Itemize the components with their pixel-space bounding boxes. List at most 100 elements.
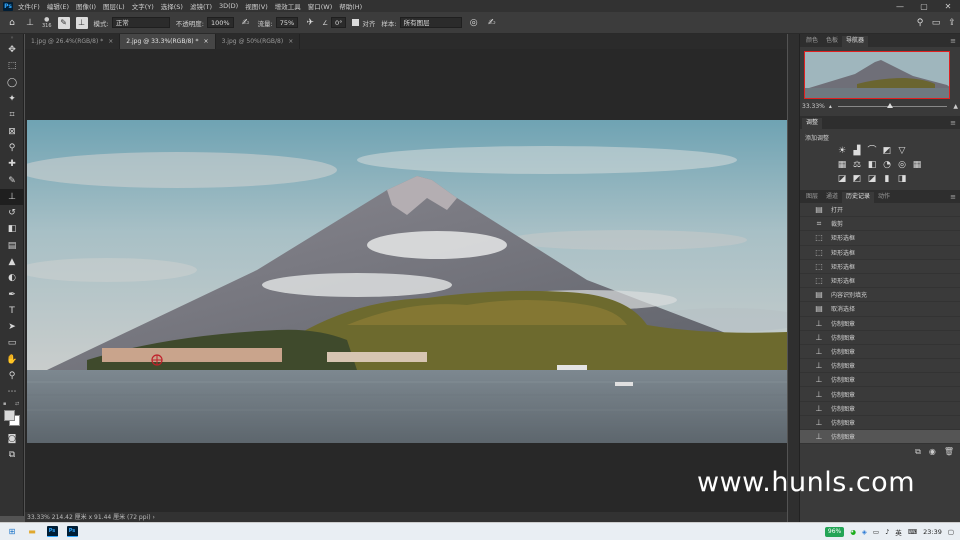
rectangle-tool-icon[interactable]: ▭ xyxy=(0,335,24,351)
history-item[interactable]: ▤ 取消选择 xyxy=(800,302,960,317)
zoom-tool-icon[interactable]: ⚲ xyxy=(0,368,24,384)
maximize-button[interactable]: ▢ xyxy=(912,2,936,11)
menu-help[interactable]: 帮助(H) xyxy=(339,1,362,11)
tab-layers[interactable]: 图层 xyxy=(802,192,822,203)
tab-history[interactable]: 历史记录 xyxy=(842,192,875,203)
black-white-icon[interactable]: ◧ xyxy=(866,159,878,171)
home-icon[interactable]: ⌂ xyxy=(6,17,18,29)
ignore-adjustment-icon[interactable]: ◎ xyxy=(468,17,480,29)
history-item[interactable]: ⊥ 仿制图章 xyxy=(800,387,960,402)
clock[interactable]: 23:39 xyxy=(923,528,942,536)
default-colors-icon[interactable]: ▪ xyxy=(3,401,6,407)
align-checkbox[interactable]: 对齐 xyxy=(352,18,375,28)
history-item[interactable]: ⊥ 仿制图章 xyxy=(800,416,960,430)
zoom-slider-knob[interactable] xyxy=(887,103,894,108)
volume-icon[interactable]: ♪ xyxy=(885,528,889,536)
history-item[interactable]: ⊥ 仿制图章 xyxy=(800,331,960,345)
tab-2jpg[interactable]: 2.jpg @ 33.3%(RGB/8) * × xyxy=(120,34,216,49)
share-icon[interactable]: ⇪ xyxy=(944,18,960,28)
swap-colors-icon[interactable]: ⇄ xyxy=(15,401,19,407)
network-icon[interactable]: ▭ xyxy=(873,528,879,536)
history-item[interactable]: ⌗ 裁剪 xyxy=(800,217,960,232)
taskbar-photoshop-1[interactable]: Ps xyxy=(44,525,60,539)
new-document-from-state-icon[interactable]: ⧉ xyxy=(915,447,921,457)
eraser-tool-icon[interactable]: ◧ xyxy=(0,221,24,237)
tab-adjustments[interactable]: 调整 xyxy=(802,118,823,129)
color-balance-icon[interactable]: ⚖ xyxy=(851,159,863,171)
history-item[interactable]: ▤ 打开 xyxy=(800,203,960,218)
angle-field[interactable]: 0° xyxy=(331,17,347,28)
flow-field[interactable]: 75% xyxy=(275,17,299,28)
clone-stamp-preset-icon[interactable]: ⊥ xyxy=(24,17,36,29)
tab-swatches[interactable]: 色板 xyxy=(822,36,842,47)
security-icon[interactable]: ◈ xyxy=(862,528,867,536)
blur-tool-icon[interactable]: ▲ xyxy=(0,254,24,270)
history-item[interactable]: ▤ 内容识别填充 xyxy=(800,288,960,303)
delete-trash-icon[interactable]: 🗑 xyxy=(944,447,954,457)
lasso-tool-icon[interactable]: ◯ xyxy=(0,75,24,91)
menu-edit[interactable]: 编辑(E) xyxy=(47,1,69,11)
tab-close-icon[interactable]: × xyxy=(204,38,209,45)
threshold-icon[interactable]: ◪ xyxy=(866,173,878,185)
tab-close-icon[interactable]: × xyxy=(108,38,113,45)
eyedropper-tool-icon[interactable]: ⚲ xyxy=(0,140,24,156)
history-item[interactable]: ⊥ 仿制图章 xyxy=(800,402,960,416)
pen-tool-icon[interactable]: ✒ xyxy=(0,286,24,302)
menu-image[interactable]: 图像(I) xyxy=(76,1,96,11)
keyboard-icon[interactable]: ⌨ xyxy=(908,528,917,536)
selective-color-icon[interactable]: ◨ xyxy=(896,173,908,185)
panel-menu-icon[interactable]: ≡ xyxy=(950,118,960,129)
vibrance-icon[interactable]: ▽ xyxy=(896,145,908,157)
gradient-tool-icon[interactable]: ▤ xyxy=(0,238,24,254)
hand-tool-icon[interactable]: ✋ xyxy=(0,352,24,368)
airbrush-icon[interactable]: ✈ xyxy=(304,17,316,29)
notification-icon[interactable]: ▢ xyxy=(948,528,954,536)
channel-mixer-icon[interactable]: ◎ xyxy=(896,159,908,171)
clone-stamp-tool-icon[interactable]: ⊥ xyxy=(0,188,24,205)
menu-window[interactable]: 窗口(W) xyxy=(308,1,333,11)
menu-view[interactable]: 视图(V) xyxy=(245,1,268,11)
panel-menu-icon[interactable]: ≡ xyxy=(950,36,960,47)
ime-indicator[interactable]: 英 xyxy=(895,527,902,537)
tab-close-icon[interactable]: × xyxy=(288,38,293,45)
hue-saturation-icon[interactable]: ▦ xyxy=(836,159,848,171)
file-explorer-icon[interactable]: ▬ xyxy=(24,525,40,539)
snapshot-camera-icon[interactable]: ◉ xyxy=(929,447,936,457)
sample-select[interactable]: 所有图层 xyxy=(399,17,462,28)
brush-settings-icon[interactable]: ✎ xyxy=(57,16,70,29)
history-item[interactable]: ⬚ 矩形选框 xyxy=(800,231,960,246)
taskbar-photoshop-2[interactable]: Ps xyxy=(64,525,80,539)
minimize-button[interactable]: — xyxy=(888,2,912,11)
navigator-zoom-value[interactable]: 33.33% xyxy=(802,103,825,110)
color-lookup-icon[interactable]: ▦ xyxy=(911,159,923,171)
wechat-icon[interactable]: ◕ xyxy=(850,528,856,536)
exposure-icon[interactable]: ◩ xyxy=(881,145,893,157)
history-item[interactable]: ⊥ 仿制图章 xyxy=(800,430,960,445)
history-item[interactable]: ⬚ 矩形选框 xyxy=(800,246,960,260)
menu-file[interactable]: 文件(F) xyxy=(18,1,40,11)
workspace-icon[interactable]: ▭ xyxy=(928,18,944,28)
menu-type[interactable]: 文字(Y) xyxy=(132,1,154,11)
document-image[interactable] xyxy=(27,120,787,443)
tab-3jpg[interactable]: 3.jpg @ 50%(RGB/8) × xyxy=(215,34,301,49)
menu-layer[interactable]: 图层(L) xyxy=(103,1,125,11)
posterize-icon[interactable]: ◩ xyxy=(851,173,863,185)
navigator-thumbnail[interactable] xyxy=(804,51,950,99)
history-item[interactable]: ⊥ 仿制图章 xyxy=(800,359,960,374)
gradient-map-icon[interactable]: ▮ xyxy=(881,173,893,185)
zoom-slider[interactable] xyxy=(837,103,948,108)
levels-icon[interactable]: ▟ xyxy=(851,145,863,157)
history-item[interactable]: ⊥ 仿制图章 xyxy=(800,373,960,388)
toolbox-grip[interactable]: » xyxy=(0,34,24,42)
collapsed-panel-strip[interactable] xyxy=(788,34,799,522)
crop-tool-icon[interactable]: ⌗ xyxy=(0,107,24,123)
opacity-field[interactable]: 100% xyxy=(206,17,234,28)
move-tool-icon[interactable]: ✥ xyxy=(0,42,24,58)
screen-mode-icon[interactable]: ⧉ xyxy=(0,447,24,463)
tab-navigator[interactable]: 导航器 xyxy=(842,36,869,47)
history-item[interactable]: ⊥ 仿制图章 xyxy=(800,345,960,360)
type-tool-icon[interactable]: T xyxy=(0,303,24,319)
history-item[interactable]: ⬚ 矩形选框 xyxy=(800,274,960,289)
battery-indicator[interactable]: 96% xyxy=(824,526,845,537)
windows-start-icon[interactable]: ⊞ xyxy=(4,525,20,539)
